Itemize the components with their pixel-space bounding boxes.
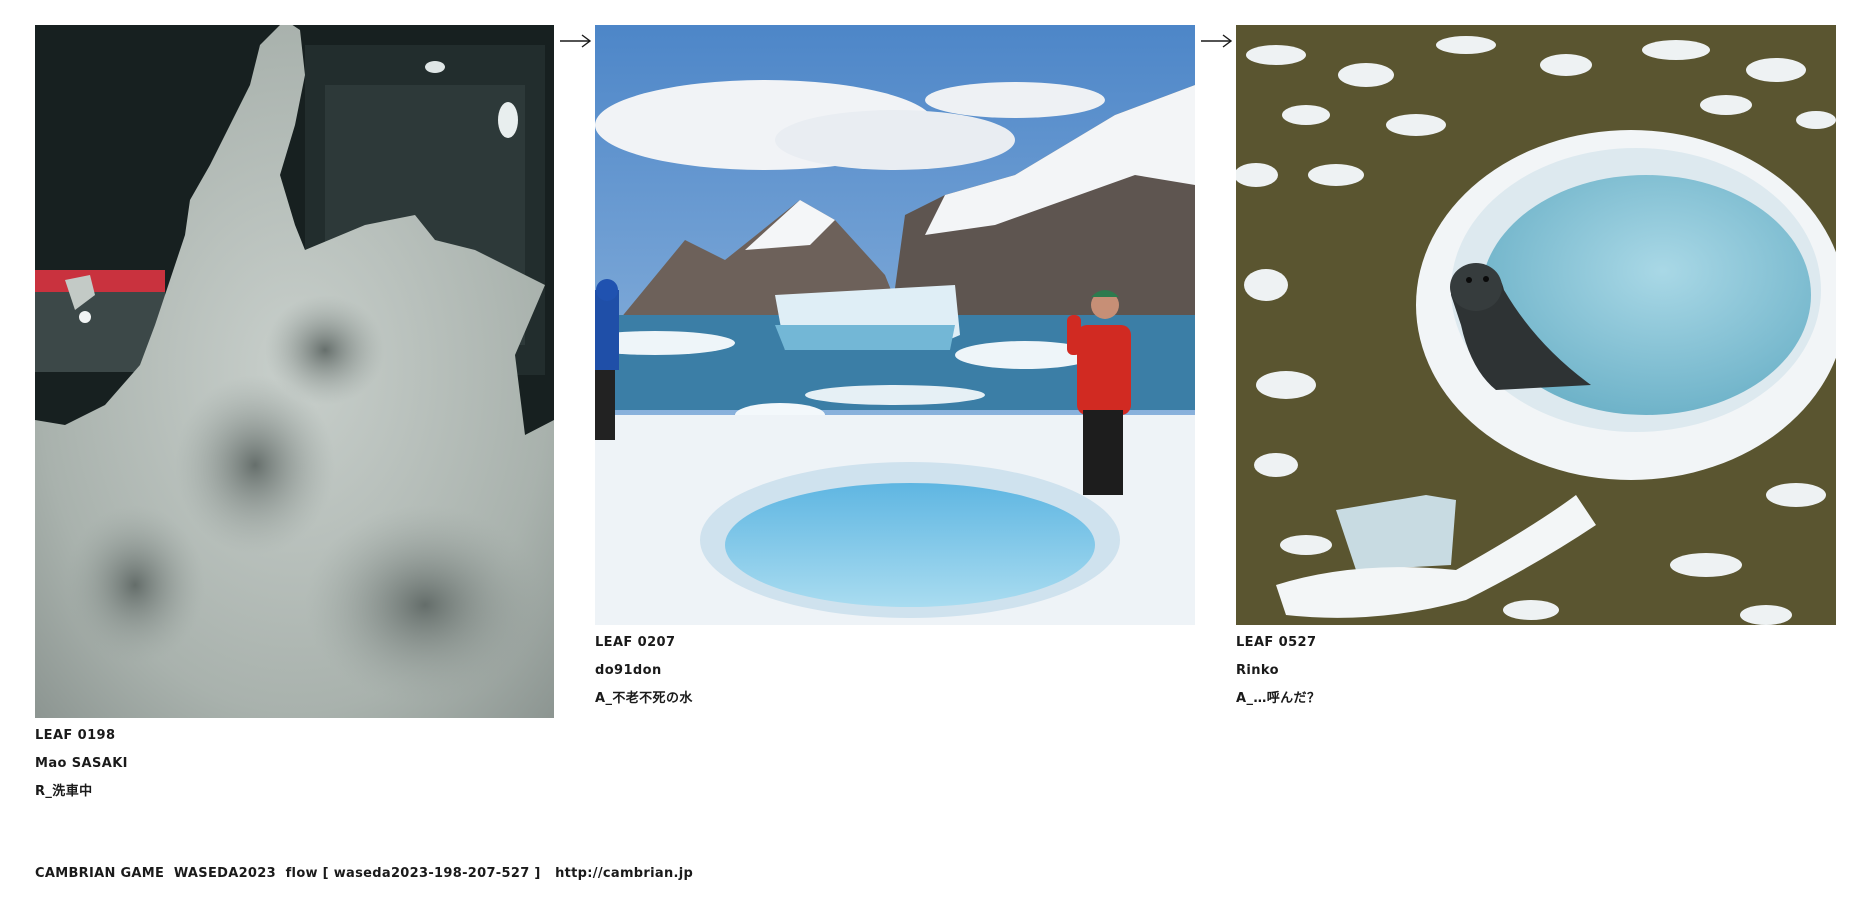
leaf-id-label: LEAF 0527 [1236,635,1317,650]
leaf-author: Mao SASAKI [35,756,128,771]
leaf-title: R_洗車中 [35,784,93,799]
leaf-id-label: LEAF 0198 [35,728,116,743]
footer-flow-text: CAMBRIAN GAME WASEDA2023 flow [ waseda20… [35,866,556,881]
arrow-right-icon [1201,34,1233,48]
footer-site-link[interactable]: http://cambrian.jp [555,866,693,881]
leaf-image-0527[interactable] [1236,25,1836,625]
flow-page: LEAF 0198 Mao SASAKI R_洗車中 LEAF 0207 do9… [0,0,1871,900]
leaf-author: Rinko [1236,663,1279,678]
leaf-card-0207: LEAF 0207 do91don A_不老不死の水 [595,25,1195,719]
foam-windshield-photo [35,25,554,718]
leaf-card-0198: LEAF 0198 Mao SASAKI R_洗車中 [35,25,554,812]
leaf-image-0207[interactable] [595,25,1195,625]
flow-footer: CAMBRIAN GAME WASEDA2023 flow [ waseda20… [35,866,693,881]
leaf-author: do91don [595,663,662,678]
arctic-pool-photo [595,25,1195,625]
seal-ice-ring-photo [1236,25,1836,625]
leaf-id-label: LEAF 0207 [595,635,676,650]
leaf-image-0198[interactable] [35,25,554,718]
leaf-card-0527: LEAF 0527 Rinko A_…呼んだ？ [1236,25,1836,719]
leaf-title: A_不老不死の水 [595,691,693,706]
arrow-right-icon [560,34,592,48]
leaf-title: A_…呼んだ？ [1236,691,1321,706]
